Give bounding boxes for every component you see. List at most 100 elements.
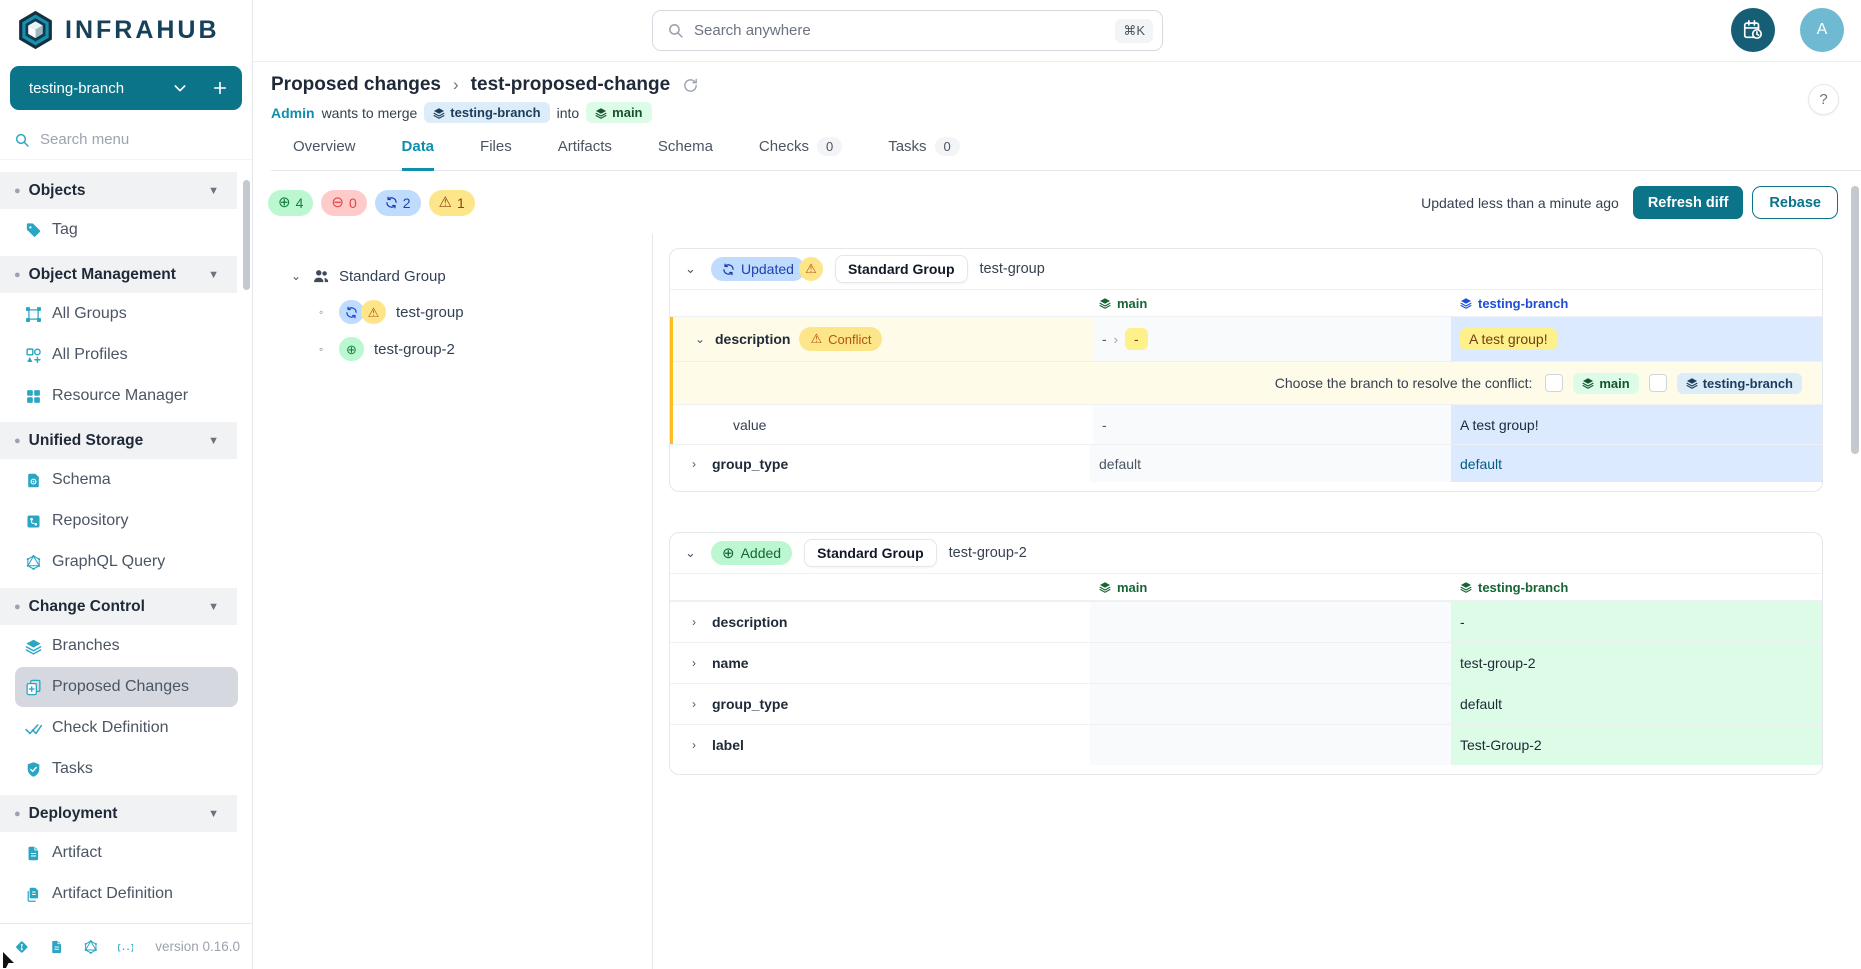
chevron-right-icon[interactable]: › — [692, 738, 703, 752]
help-button[interactable]: ? — [1808, 84, 1839, 115]
tab-files[interactable]: Files — [480, 137, 512, 171]
repository-icon — [25, 513, 42, 530]
diff-card-test-group-2: ⌄ ⊕Added Standard Group test-group-2 mai… — [669, 532, 1823, 775]
diff-content: ⌄ Standard Group ◦ ⚠ test-group ◦ ⊕ test… — [253, 234, 1861, 969]
resolve-main-checkbox[interactable] — [1545, 374, 1563, 392]
resolve-branch-badge[interactable]: testing-branch — [1677, 373, 1802, 394]
refresh-icon[interactable] — [682, 77, 699, 94]
property-row-label: ›labelTest-Group-2 — [670, 724, 1822, 765]
tree-node-test-group[interactable]: ◦ ⚠ test-group — [319, 296, 652, 328]
refresh-diff-button[interactable]: Refresh diff — [1633, 186, 1744, 219]
tab-checks[interactable]: Checks0 — [759, 137, 842, 171]
resolve-conflict-text: Choose the branch to resolve the conflic… — [1275, 375, 1533, 391]
sidebar-item-artifact-definition[interactable]: Artifact Definition — [15, 874, 238, 914]
add-branch-icon[interactable] — [212, 80, 228, 96]
chevron-down-icon[interactable]: ⌄ — [695, 332, 706, 346]
file-diff-icon — [25, 679, 42, 696]
tree-node-test-group-2[interactable]: ◦ ⊕ test-group-2 — [319, 333, 652, 365]
sidebar-item-repository[interactable]: Repository — [15, 501, 238, 541]
object-name: test-group — [980, 261, 1045, 277]
sidebar-item-all-profiles[interactable]: All Profiles — [15, 335, 238, 375]
merge-author[interactable]: Admin — [271, 105, 315, 121]
sidebar-search[interactable]: Search menu — [0, 120, 252, 160]
sidebar-item-graphql-query[interactable]: GraphQL Query — [15, 542, 238, 582]
calendar-clock-icon — [1742, 19, 1764, 41]
breadcrumb: Proposed changes › test-proposed-change — [271, 74, 1861, 96]
tab-count-badge: 0 — [817, 137, 842, 156]
sidebar-section-object-management[interactable]: ●Object Management▼ — [0, 256, 237, 293]
sidebar-section-change-control[interactable]: ●Change Control▼ — [0, 588, 237, 625]
logo[interactable]: INFRAHUB — [0, 0, 252, 60]
sidebar-item-branches[interactable]: Branches — [15, 626, 238, 666]
sidebar-section-objects[interactable]: ●Objects▼ — [0, 172, 237, 209]
page-scrollbar[interactable] — [1851, 186, 1859, 454]
diff-toolbar: ⊕4 ⊖0 2 ⚠1 Updated less than a minute ag… — [253, 171, 1861, 234]
tasks-calendar-button[interactable] — [1731, 8, 1775, 52]
tab-tasks[interactable]: Tasks0 — [888, 137, 960, 171]
breadcrumb-parent[interactable]: Proposed changes — [271, 74, 441, 96]
branch-value-cell: - — [1451, 602, 1822, 642]
global-search-input[interactable]: Search anywhere ⌘K — [652, 10, 1163, 51]
collapse-chevron-icon[interactable]: ⌄ — [685, 545, 699, 561]
status-badge: Updated — [711, 257, 805, 281]
branch-icon — [595, 107, 607, 119]
branch-selector[interactable]: testing-branch — [10, 66, 242, 110]
object-name: test-group-2 — [949, 545, 1027, 561]
sidebar-item-check-definition[interactable]: Check Definition — [15, 708, 238, 748]
arrow-icon: › — [1114, 332, 1118, 347]
sidebar-section-unified-storage[interactable]: ●Unified Storage▼ — [0, 422, 237, 459]
branch-icon — [433, 107, 445, 119]
source-branch-badge[interactable]: testing-branch — [424, 102, 549, 123]
sidebar-section-deployment[interactable]: ●Deployment▼ — [0, 795, 237, 832]
warning-icon: ⚠ — [439, 195, 452, 210]
rebase-button[interactable]: Rebase — [1752, 186, 1838, 219]
added-badge-icon: ⊕ — [339, 337, 364, 361]
resolve-main-badge[interactable]: main — [1573, 373, 1638, 394]
swagger-braces-icon[interactable]: {..} — [118, 937, 134, 957]
chevron-right-icon[interactable]: › — [692, 656, 703, 670]
added-count-pill: ⊕4 — [268, 190, 313, 216]
search-icon — [667, 22, 684, 39]
chevron-down-icon: ▼ — [208, 269, 219, 281]
sidebar-item-tasks[interactable]: Tasks — [15, 749, 238, 789]
chevron-down-icon: ▼ — [208, 808, 219, 820]
tab-data[interactable]: Data — [402, 137, 435, 171]
sidebar-item-proposed-changes[interactable]: Proposed Changes — [15, 667, 238, 707]
bullet-icon: ● — [14, 185, 21, 197]
chevron-right-icon[interactable]: › — [692, 457, 703, 471]
avatar[interactable]: A — [1800, 8, 1844, 52]
sidebar-item-all-groups[interactable]: All Groups — [15, 294, 238, 334]
chevron-down-icon[interactable] — [172, 80, 188, 96]
resolve-branch-checkbox[interactable] — [1649, 374, 1667, 392]
sidebar-item-resource-manager[interactable]: Resource Manager — [15, 376, 238, 416]
tab-schema[interactable]: Schema — [658, 137, 713, 171]
breadcrumb-current: test-proposed-change — [471, 74, 671, 96]
version-label: version 0.16.0 — [155, 939, 240, 954]
topbar: Search anywhere ⌘K A — [253, 0, 1861, 62]
added-rows-container: ›description-›nametest-group-2›group_typ… — [670, 601, 1822, 765]
sidebar-item-artifact[interactable]: Artifact — [15, 833, 238, 873]
changed-value-chip: - — [1125, 328, 1148, 350]
docs-icon[interactable] — [49, 937, 65, 957]
git-status-icon[interactable] — [14, 937, 30, 957]
last-updated-text: Updated less than a minute ago — [1421, 195, 1619, 211]
sidebar-item-tag[interactable]: Tag — [15, 210, 238, 250]
sidebar-scrollbar[interactable] — [243, 180, 250, 290]
bullet-icon: ◦ — [319, 305, 329, 319]
target-branch-badge[interactable]: main — [586, 102, 651, 123]
collapse-chevron-icon[interactable]: ⌄ — [685, 261, 699, 277]
app-title: INFRAHUB — [65, 16, 220, 45]
search-icon — [14, 132, 30, 148]
updated-count-pill: 2 — [375, 190, 421, 216]
graphql-sandbox-icon[interactable] — [83, 937, 99, 957]
tree-node-standard-group[interactable]: ⌄ Standard Group — [291, 261, 652, 291]
sidebar-item-schema[interactable]: Schema — [15, 460, 238, 500]
files-icon — [25, 886, 42, 903]
tab-overview[interactable]: Overview — [293, 137, 356, 171]
tab-artifacts[interactable]: Artifacts — [558, 137, 612, 171]
diff-card-header: ⌄ ⊕Added Standard Group test-group-2 — [670, 533, 1822, 574]
chevron-right-icon[interactable]: › — [692, 615, 703, 629]
chevron-right-icon[interactable]: › — [692, 697, 703, 711]
tag-icon — [25, 222, 42, 239]
profiles-icon — [25, 347, 42, 364]
